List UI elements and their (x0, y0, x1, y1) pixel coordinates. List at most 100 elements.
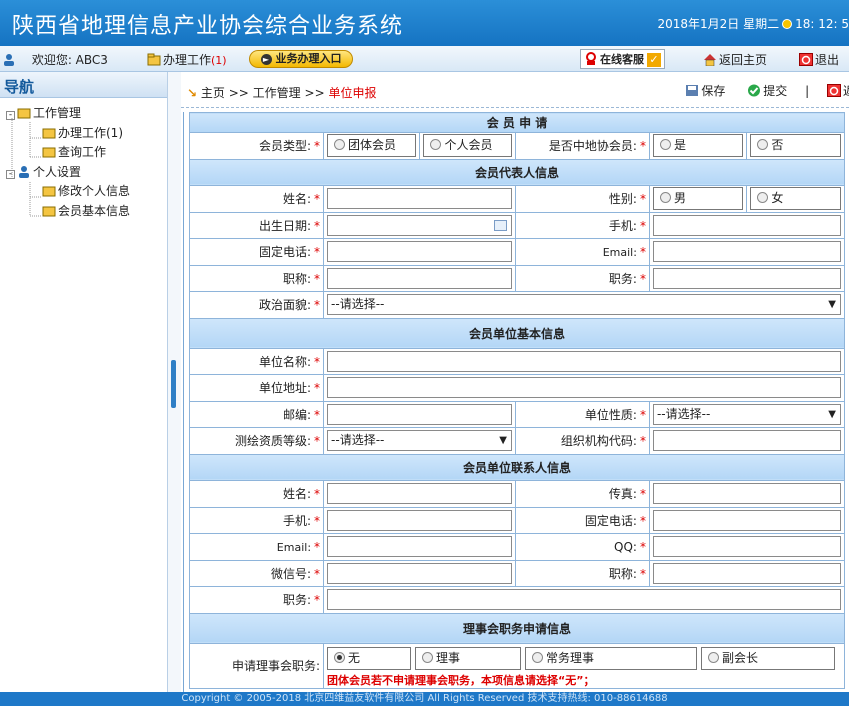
contact-title-input[interactable] (652, 562, 841, 584)
radio-no[interactable]: 否 (750, 134, 841, 158)
radio-group-member[interactable]: 团体会员 (327, 134, 417, 158)
calendar-icon[interactable] (493, 219, 507, 231)
field-label: Email: * (188, 533, 325, 561)
collapse-icon[interactable]: - (6, 169, 15, 179)
field-label: 单位性质: * (514, 400, 650, 428)
fax-input[interactable] (652, 483, 841, 505)
radio-button[interactable] (757, 192, 769, 204)
sidebar: 导航 - 工作管理 办理工作(1) 查询工作 - 个人设置 修改个人信息 会员基本信… (0, 72, 168, 692)
field-label: 手机: * (514, 211, 650, 239)
council-note: 团体会员若不申请理事会职务，本项信息请选择“无”； (327, 673, 595, 687)
radio-button[interactable] (334, 139, 346, 151)
section-header: 会员代表人信息 (189, 158, 845, 186)
sidebar-splitter[interactable] (168, 72, 181, 692)
radio-yes[interactable]: 是 (652, 134, 744, 158)
field-label: 出生日期: * (188, 211, 325, 239)
contact-duty-input[interactable] (327, 589, 841, 611)
rep-title-input[interactable] (327, 267, 512, 289)
back-button[interactable]: 返 (826, 84, 849, 98)
radio-button[interactable] (757, 139, 769, 151)
birth-date-input[interactable] (327, 214, 512, 236)
breadcrumb-module[interactable]: 工作管理 (253, 86, 301, 100)
radio-none[interactable]: 无 (327, 646, 412, 670)
breadcrumb-bar: ↘ 主页 >> 工作管理 >> 单位申报 保存 提交 | 返 (181, 72, 849, 108)
radio-button[interactable] (430, 139, 442, 151)
splitter-handle[interactable] (171, 360, 176, 408)
contact-name-input[interactable] (327, 483, 512, 505)
welcome-text: 欢迎您: ABC3 (2, 51, 108, 68)
field-label: 会员类型: * (188, 132, 325, 160)
unit-name-input[interactable] (327, 350, 841, 372)
unit-address-input[interactable] (327, 377, 841, 399)
radio-button[interactable] (708, 651, 720, 663)
qq-input[interactable] (652, 536, 841, 558)
breadcrumb-home[interactable]: 主页 (201, 86, 225, 100)
dropdown-arrow-icon: ▼ (828, 299, 836, 311)
radio-male[interactable]: 男 (652, 187, 744, 211)
arrow-icon: ► (260, 54, 272, 65)
field-label: 职称: * (514, 559, 650, 587)
field-label: 组织机构代码: * (514, 427, 650, 455)
field-label: 申请理事会职务: (188, 642, 325, 689)
action-toolbar: 保存 提交 | 返 (667, 82, 849, 99)
folder-icon (17, 108, 31, 119)
collapse-icon[interactable]: - (6, 111, 15, 120)
contact-email-input[interactable] (327, 536, 512, 558)
radio-button[interactable] (659, 192, 671, 204)
rep-email-input[interactable] (652, 241, 841, 263)
save-button[interactable]: 保存 (685, 84, 725, 98)
online-service-button[interactable]: 在线客服 ✓ (580, 49, 665, 69)
toolbar-divider: | (805, 84, 810, 98)
business-entry-button[interactable]: ► 业务办理入口 (249, 50, 353, 68)
unit-nature-select[interactable]: --请选择-- ▼ (652, 403, 841, 425)
folder-icon (42, 147, 56, 158)
datetime-display: 2018年1月2日 星期二 18: 12: 5 (657, 17, 849, 31)
breadcrumb-current: 单位申报 (328, 86, 377, 100)
contact-mobile-input[interactable] (327, 509, 512, 531)
field-label: 微信号: * (188, 559, 325, 587)
radio-personal-member[interactable]: 个人会员 (423, 134, 512, 158)
logout-link[interactable]: 退出 (799, 51, 839, 68)
radio-executive-director[interactable]: 常务理事 (525, 646, 698, 670)
rep-duty-input[interactable] (652, 267, 841, 289)
user-icon (4, 54, 14, 66)
org-code-input[interactable] (652, 430, 841, 452)
field-label: 手机: * (188, 506, 325, 534)
politics-select[interactable]: --请选择-- ▼ (327, 294, 841, 316)
radio-director[interactable]: 理事 (415, 646, 522, 670)
submit-button[interactable]: 提交 (747, 84, 787, 98)
council-radio-group: 无 理事 常务理事 副会长 (327, 646, 841, 670)
rep-name-input[interactable] (327, 188, 512, 210)
tree-node-personal-settings[interactable]: - 个人设置 (0, 163, 167, 183)
tree-node-work-management[interactable]: - 工作管理 (0, 104, 167, 124)
tree-node-edit-profile[interactable]: 修改个人信息 (0, 182, 167, 202)
radio-vice-president[interactable]: 副会长 (701, 646, 836, 670)
radio-button[interactable] (334, 651, 346, 663)
rep-phone-input[interactable] (327, 241, 512, 263)
zip-input[interactable] (327, 403, 512, 425)
form-scroll-area[interactable]: 会 员 申 请 会员类型: * 团体会员 个人会员 是否中地协会员: * 是 否 会… (183, 112, 849, 692)
field-label: 固定电话: * (514, 506, 650, 534)
tree-node-query-work[interactable]: 查询工作 (0, 143, 167, 163)
home-link[interactable]: 返回主页 (703, 51, 767, 68)
field-label: 职务: * (188, 586, 325, 614)
section-header: 会员单位联系人信息 (189, 453, 845, 481)
radio-button[interactable] (659, 139, 671, 151)
rep-mobile-input[interactable] (652, 214, 841, 236)
folder-icon (42, 128, 56, 138)
wechat-input[interactable] (327, 562, 512, 584)
user-icon (19, 165, 29, 178)
work-link[interactable]: 办理工作(1) (147, 51, 227, 68)
dropdown-arrow-icon: ▼ (828, 408, 836, 420)
radio-female[interactable]: 女 (750, 187, 841, 211)
radio-button[interactable] (422, 651, 434, 663)
contact-phone-input[interactable] (652, 509, 841, 531)
tree-node-member-info[interactable]: 会员基本信息 (0, 202, 167, 222)
field-label: 职务: * (514, 264, 650, 292)
field-label: 姓名: * (188, 480, 325, 508)
dropdown-arrow-icon: ▼ (499, 435, 507, 447)
tree-node-handle-work[interactable]: 办理工作(1) (0, 124, 167, 144)
qualification-select[interactable]: --请选择-- ▼ (327, 430, 512, 452)
radio-button[interactable] (532, 651, 544, 663)
arrow-icon: ↘ (187, 86, 198, 100)
